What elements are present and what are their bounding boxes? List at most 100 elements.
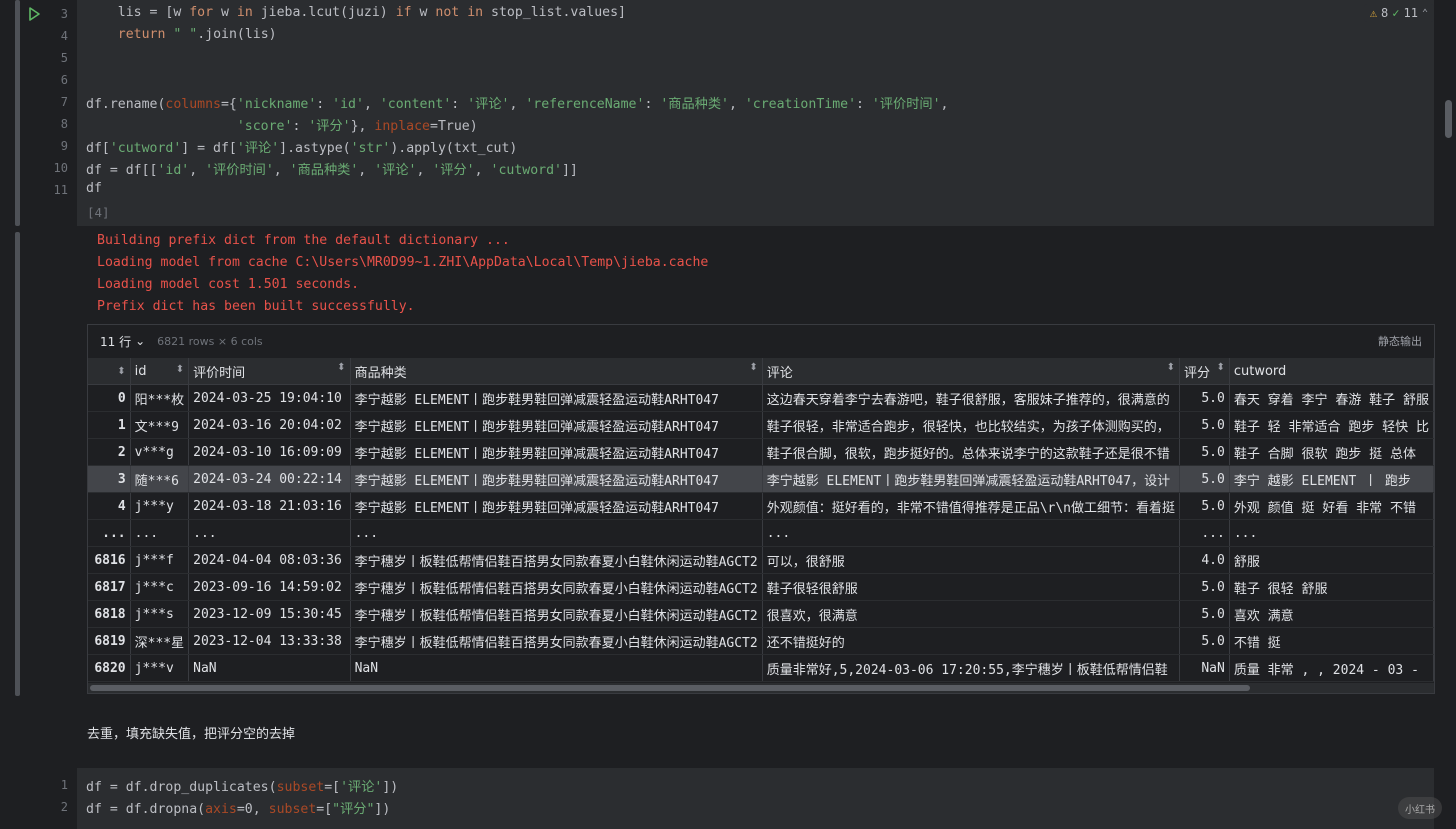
table-cell[interactable]: 深***星	[130, 627, 190, 655]
table-cell[interactable]: 喜欢 满意	[1229, 600, 1434, 628]
horizontal-scrollbar[interactable]	[88, 683, 1434, 693]
table-cell[interactable]: ...	[88, 519, 131, 547]
table-cell[interactable]: 2023-12-09 15:30:45	[188, 600, 351, 628]
table-cell[interactable]: 李宁越影 ELEMENT丨跑步鞋男鞋回弹减震轻盈运动鞋ARHT047	[350, 384, 763, 412]
table-row[interactable]: 1 文***9 2024-03-16 20:04:02 李宁越影 ELEMENT丨跑步…	[88, 411, 1434, 439]
table-cell[interactable]: ...	[1229, 519, 1434, 547]
sort-icon[interactable]: ⬍	[117, 366, 125, 377]
code-line[interactable]: df = df.drop_duplicates(subset=['评论'])	[86, 776, 398, 795]
dataframe-viewer[interactable]: 11 行 ⌄ 6821 rows × 6 cols 静态输出 ⬍ id ⬍ 评价时间 ⬍…	[87, 324, 1435, 694]
table-cell[interactable]: 李宁越影 ELEMENT丨跑步鞋男鞋回弹减震轻盈运动鞋ARHT047	[350, 492, 763, 520]
sort-icon[interactable]: ⬍	[337, 362, 345, 373]
table-cell[interactable]: 2024-03-25 19:04:10	[188, 384, 351, 412]
column-header[interactable]: 评价时间 ⬍	[188, 358, 351, 385]
rows-selector[interactable]: 11 行 ⌄	[100, 333, 145, 350]
table-cell[interactable]: 5.0	[1179, 411, 1230, 439]
table-row[interactable]: 6820 j***v NaN NaN 质量非常好,5,2024-03-06 17:20:…	[88, 654, 1434, 682]
table-cell[interactable]: ...	[130, 519, 190, 547]
code-line[interactable]: df = df[['id', '评价时间', '商品种类', '评论', '评分…	[86, 159, 578, 178]
code-line[interactable]: 'score': '评分'}, inplace=True)	[86, 115, 478, 134]
table-cell[interactable]: 李宁越影 ELEMENT丨跑步鞋男鞋回弹减震轻盈运动鞋ARHT047	[350, 465, 763, 493]
table-cell[interactable]: 6817	[88, 573, 131, 601]
code-line[interactable]: lis = [w for w in jieba.lcut(juzi) if w …	[86, 5, 626, 20]
table-cell[interactable]: 鞋子很轻很舒服	[762, 573, 1181, 601]
table-cell[interactable]: 李宁越影 ELEMENT丨跑步鞋男鞋回弹减震轻盈运动鞋ARHT047，设计	[762, 465, 1181, 493]
table-cell[interactable]: v***g	[130, 438, 190, 466]
table-cell[interactable]: 5.0	[1179, 384, 1230, 412]
table-cell[interactable]: 外观颜值：挺好看的，非常不错值得推荐是正品\r\n做工细节：看着挺	[762, 492, 1181, 520]
column-header[interactable]: id ⬍	[130, 358, 190, 385]
table-cell[interactable]: 李宁越影 ELEMENT丨跑步鞋男鞋回弹减震轻盈运动鞋ARHT047	[350, 438, 763, 466]
code-line[interactable]: df	[86, 181, 102, 196]
table-cell[interactable]: ...	[1179, 519, 1230, 547]
table-cell[interactable]: j***c	[130, 573, 190, 601]
table-cell[interactable]: 5.0	[1179, 627, 1230, 655]
table-cell[interactable]: 5.0	[1179, 465, 1230, 493]
table-row[interactable]: 6818 j***s 2023-12-09 15:30:45 李宁穗岁丨板鞋低帮情侣鞋…	[88, 600, 1434, 628]
table-cell[interactable]: 质量非常好,5,2024-03-06 17:20:55,李宁穗岁丨板鞋低帮情侣鞋	[762, 654, 1181, 682]
table-cell[interactable]: 4.0	[1179, 546, 1230, 574]
column-header[interactable]: 评分 ⬍	[1179, 358, 1230, 385]
code-line[interactable]: return " ".join(lis)	[86, 27, 277, 42]
table-cell[interactable]: 李宁穗岁丨板鞋低帮情侣鞋百搭男女同款春夏小白鞋休闲运动鞋AGCT2	[350, 573, 763, 601]
table-cell[interactable]: 5.0	[1179, 438, 1230, 466]
table-cell[interactable]: j***y	[130, 492, 190, 520]
table-cell[interactable]: 阳***枚	[130, 384, 190, 412]
table-row[interactable]: .....................	[88, 519, 1434, 547]
table-cell[interactable]: 可以，很舒服	[762, 546, 1181, 574]
scrollbar-thumb[interactable]	[90, 685, 1250, 691]
table-cell[interactable]: 6819	[88, 627, 131, 655]
table-row[interactable]: 6819 深***星 2023-12-04 13:33:38 李宁穗岁丨板鞋低帮情侣鞋…	[88, 627, 1434, 655]
column-header[interactable]: 评论 ⬍	[762, 358, 1181, 385]
table-cell[interactable]: 春天 穿着 李宁 春游 鞋子 舒服	[1229, 384, 1434, 412]
column-header[interactable]: 商品种类 ⬍	[350, 358, 763, 385]
markdown-cell[interactable]: 去重，填充缺失值，把评分空的去掉	[87, 723, 295, 742]
table-cell[interactable]: 鞋子很轻，非常适合跑步，很轻快，也比较结实，为孩子体测购买的，	[762, 411, 1181, 439]
table-cell[interactable]: NaN	[1179, 654, 1230, 682]
table-cell[interactable]: 李宁 越影 ELEMENT 丨 跑步	[1229, 465, 1434, 493]
table-cell[interactable]: j***s	[130, 600, 190, 628]
table-cell[interactable]: 3	[88, 465, 131, 493]
table-cell[interactable]: 2024-03-24 00:22:14	[188, 465, 351, 493]
table-cell[interactable]: 这边春天穿着李宁去春游吧，鞋子很舒服，客服妹子推荐的，很满意的	[762, 384, 1181, 412]
table-cell[interactable]: 鞋子 合脚 很软 跑步 挺 总体	[1229, 438, 1434, 466]
table-cell[interactable]: 鞋子 轻 非常适合 跑步 轻快 比	[1229, 411, 1434, 439]
table-cell[interactable]: 舒服	[1229, 546, 1434, 574]
table-cell[interactable]: 6816	[88, 546, 131, 574]
table-cell[interactable]: 5.0	[1179, 600, 1230, 628]
table-cell[interactable]: ...	[350, 519, 763, 547]
table-cell[interactable]: 6820	[88, 654, 131, 682]
table-cell[interactable]: 鞋子很合脚，很软，跑步挺好的。总体来说李宁的这款鞋子还是很不错	[762, 438, 1181, 466]
table-row[interactable]: 6816 j***f 2024-04-04 08:03:36 李宁穗岁丨板鞋低帮情侣鞋…	[88, 546, 1434, 574]
column-header[interactable]: cutword	[1229, 358, 1434, 385]
code-cell[interactable]	[77, 0, 1434, 226]
table-cell[interactable]: 很喜欢，很满意	[762, 600, 1181, 628]
table-cell[interactable]: 鞋子 很轻 舒服	[1229, 573, 1434, 601]
table-cell[interactable]: 2023-09-16 14:59:02	[188, 573, 351, 601]
table-cell[interactable]: 5.0	[1179, 492, 1230, 520]
table-cell[interactable]: 文***9	[130, 411, 190, 439]
table-cell[interactable]: j***v	[130, 654, 190, 682]
table-cell[interactable]: 随***6	[130, 465, 190, 493]
table-row[interactable]: 0 阳***枚 2024-03-25 19:04:10 李宁越影 ELEMENT丨跑步…	[88, 384, 1434, 412]
table-cell[interactable]: 0	[88, 384, 131, 412]
table-cell[interactable]: NaN	[350, 654, 763, 682]
table-cell[interactable]: 李宁穗岁丨板鞋低帮情侣鞋百搭男女同款春夏小白鞋休闲运动鞋AGCT2	[350, 546, 763, 574]
table-cell[interactable]: 不错 挺	[1229, 627, 1434, 655]
table-cell[interactable]: ...	[762, 519, 1181, 547]
table-cell[interactable]: 李宁越影 ELEMENT丨跑步鞋男鞋回弹减震轻盈运动鞋ARHT047	[350, 411, 763, 439]
table-cell[interactable]: 李宁穗岁丨板鞋低帮情侣鞋百搭男女同款春夏小白鞋休闲运动鞋AGCT2	[350, 600, 763, 628]
table-cell[interactable]: 6818	[88, 600, 131, 628]
table-cell[interactable]: 2023-12-04 13:33:38	[188, 627, 351, 655]
table-row[interactable]: 4 j***y 2024-03-18 21:03:16 李宁越影 ELEMENT丨跑步…	[88, 492, 1434, 520]
inspection-badge[interactable]: ⚠ 8 ✓ 11 ⌃	[1363, 4, 1434, 22]
table-cell[interactable]: j***f	[130, 546, 190, 574]
sort-icon[interactable]: ⬍	[176, 364, 184, 375]
sort-icon[interactable]: ⬍	[749, 362, 757, 373]
vertical-scrollbar-thumb[interactable]	[1445, 100, 1452, 138]
code-line[interactable]: df.rename(columns={'nickname': 'id', 'co…	[86, 93, 949, 112]
static-output-button[interactable]: 静态输出	[1378, 333, 1422, 349]
table-cell[interactable]: 外观 颜值 挺 好看 非常 不错	[1229, 492, 1434, 520]
sort-icon[interactable]: ⬍	[1216, 362, 1224, 373]
code-line[interactable]: df['cutword'] = df['评论'].astype('str').a…	[86, 137, 517, 156]
